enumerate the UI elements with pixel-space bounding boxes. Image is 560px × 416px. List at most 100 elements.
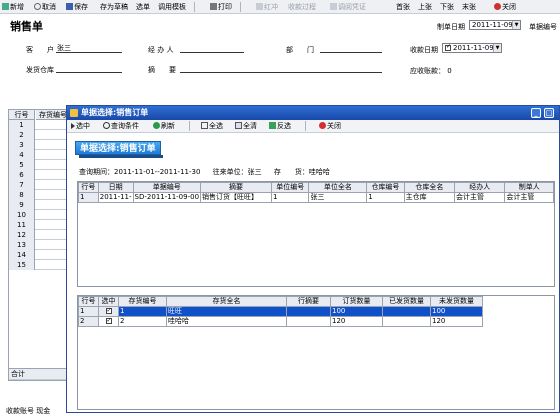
dialog-heading: 单据选择:销售订单 xyxy=(75,141,163,158)
first-button[interactable]: 首张 xyxy=(396,2,410,12)
items-column-header[interactable]: 已发货数量 xyxy=(382,296,431,307)
empty-cell xyxy=(309,263,367,273)
dialog-title-bar: 单据选择:销售订单 _ □ xyxy=(67,106,559,120)
items-cell xyxy=(286,306,331,317)
select-checkbox-cell[interactable] xyxy=(98,316,119,327)
template-button[interactable]: 调用模板 xyxy=(158,2,186,12)
grid-row[interactable]: 6 xyxy=(9,170,69,180)
empty-cell xyxy=(367,243,404,253)
grid-row[interactable]: 12 xyxy=(9,230,69,240)
grid-row[interactable]: 1 xyxy=(9,120,69,130)
select-all-button[interactable]: 全选 xyxy=(201,121,223,131)
items-table[interactable]: 行号选中存货编号存货全名行摘要订货数量已发货数量未发货数量 11旺旺100100… xyxy=(77,295,555,410)
empty-cell xyxy=(272,283,309,287)
summary-field[interactable] xyxy=(180,64,382,73)
cancel-icon xyxy=(34,3,41,10)
empty-cell xyxy=(383,387,431,397)
prev-button[interactable]: 上张 xyxy=(418,2,432,12)
cancel-button[interactable]: 取消 xyxy=(34,2,56,12)
grid-row[interactable]: 5 xyxy=(9,160,69,170)
empty-cell xyxy=(431,377,483,387)
items-column-header[interactable]: 选中 xyxy=(98,296,119,307)
items-column-header[interactable]: 存货编号 xyxy=(118,296,167,307)
grid-row[interactable]: 2 xyxy=(9,130,69,140)
select-button[interactable]: 选中 xyxy=(71,121,90,131)
dept-field[interactable] xyxy=(320,44,382,53)
checkbox[interactable] xyxy=(105,308,112,315)
items-row[interactable]: 11旺旺100100 xyxy=(78,306,483,317)
view-voucher-button[interactable]: 调阅凭证 xyxy=(330,2,366,12)
checkbox[interactable] xyxy=(105,318,112,325)
grid-row[interactable]: 4 xyxy=(9,150,69,160)
next-button[interactable]: 下张 xyxy=(440,2,454,12)
empty-cell xyxy=(505,223,554,233)
last-button[interactable]: 末张 xyxy=(462,2,476,12)
empty-cell xyxy=(287,347,331,357)
items-cell: 120 xyxy=(330,316,383,327)
print-button[interactable]: 打印 xyxy=(210,2,232,12)
orders-column-header[interactable]: 日期 xyxy=(97,182,134,193)
chevron-down-icon[interactable]: ▼ xyxy=(512,21,520,29)
minimize-icon[interactable]: _ xyxy=(531,108,541,118)
grid-row-number: 7 xyxy=(9,180,35,190)
receipt-process-button[interactable]: 收款过程 xyxy=(288,2,316,12)
refresh-button[interactable]: 刷新 xyxy=(153,121,175,131)
receive-date-field[interactable]: 2011-11-09 ▼ xyxy=(442,43,502,53)
empty-cell xyxy=(505,253,554,263)
chevron-down-icon[interactable]: ▼ xyxy=(493,44,501,52)
empty-cell xyxy=(79,377,99,387)
grid-row[interactable]: 15 xyxy=(9,260,69,270)
detail-grid[interactable]: 行号 存货编号 1 2 3 4 5 6 7 8 9 10 11 12 13 14 15 合计 xyxy=(8,109,70,381)
save-draft-button[interactable]: 存为草稿 xyxy=(100,2,128,12)
query-condition-button[interactable]: 查询条件 xyxy=(103,121,139,131)
orders-column-header[interactable]: 单位全名 xyxy=(308,182,368,193)
add-button[interactable]: 新增 xyxy=(2,2,24,12)
customer-field[interactable]: 张三 xyxy=(56,44,122,53)
select-order-button[interactable]: 选单 xyxy=(136,2,150,12)
orders-row[interactable]: 1 2011-11- SD-2011-11-09-00 销售订货【旺旺】 1 张三 1 主仓库… xyxy=(78,192,554,203)
orders-column-header[interactable]: 行号 xyxy=(78,182,99,193)
orders-column-header[interactable]: 单据编号 xyxy=(132,182,202,193)
items-row[interactable]: 22哇哈哈120120 xyxy=(78,316,483,327)
handler-field[interactable] xyxy=(180,44,244,53)
invert-button[interactable]: 反选 xyxy=(269,121,291,131)
select-checkbox-cell[interactable] xyxy=(98,306,119,317)
warehouse-field[interactable] xyxy=(56,64,122,73)
red-flush-button[interactable]: 红冲 xyxy=(256,2,278,12)
orders-column-header[interactable]: 仓库编号 xyxy=(366,182,405,193)
save-button[interactable]: 保存 xyxy=(66,2,88,12)
orders-column-header[interactable]: 制单人 xyxy=(504,182,554,193)
items-column-header[interactable]: 订货数量 xyxy=(330,296,383,307)
grid-row[interactable]: 9 xyxy=(9,200,69,210)
empty-cell xyxy=(287,377,331,387)
grid-row[interactable]: 3 xyxy=(9,140,69,150)
items-column-header[interactable]: 行摘要 xyxy=(286,296,331,307)
date-field[interactable]: 2011-11-09 ▼ xyxy=(469,20,521,30)
grid-row[interactable]: 8 xyxy=(9,190,69,200)
grid-row[interactable]: 11 xyxy=(9,220,69,230)
empty-cell xyxy=(287,387,331,397)
grid-row[interactable]: 14 xyxy=(9,250,69,260)
orders-empty-row xyxy=(79,243,554,253)
orders-column-header[interactable]: 仓库全名 xyxy=(403,182,456,193)
empty-cell xyxy=(367,263,404,273)
orders-column-header[interactable]: 经办人 xyxy=(454,182,506,193)
empty-cell xyxy=(367,203,404,213)
items-empty-row xyxy=(79,347,483,357)
clear-all-button[interactable]: 全清 xyxy=(235,121,257,131)
close-button[interactable]: 关闭 xyxy=(494,2,516,12)
grid-row[interactable]: 7 xyxy=(9,180,69,190)
empty-cell xyxy=(133,243,200,253)
checkbox[interactable] xyxy=(445,43,451,51)
items-column-header[interactable]: 存货全名 xyxy=(166,296,287,307)
orders-column-header[interactable]: 摘要 xyxy=(200,182,273,193)
grid-row[interactable]: 10 xyxy=(9,210,69,220)
items-column-header[interactable]: 未发货数量 xyxy=(430,296,483,307)
orders-column-header[interactable]: 单位编号 xyxy=(271,182,310,193)
maximize-icon[interactable]: □ xyxy=(544,108,554,118)
orders-table[interactable]: 行号 日期 单据编号 摘要 单位编号 单位全名 仓库编号 仓库全名 经办人 制单人 1 2011-1… xyxy=(77,181,555,287)
grid-row[interactable]: 13 xyxy=(9,240,69,250)
items-column-header[interactable]: 行号 xyxy=(78,296,99,307)
grid-row-number: 6 xyxy=(9,170,35,180)
dialog-close-button[interactable]: 关闭 xyxy=(319,121,341,131)
